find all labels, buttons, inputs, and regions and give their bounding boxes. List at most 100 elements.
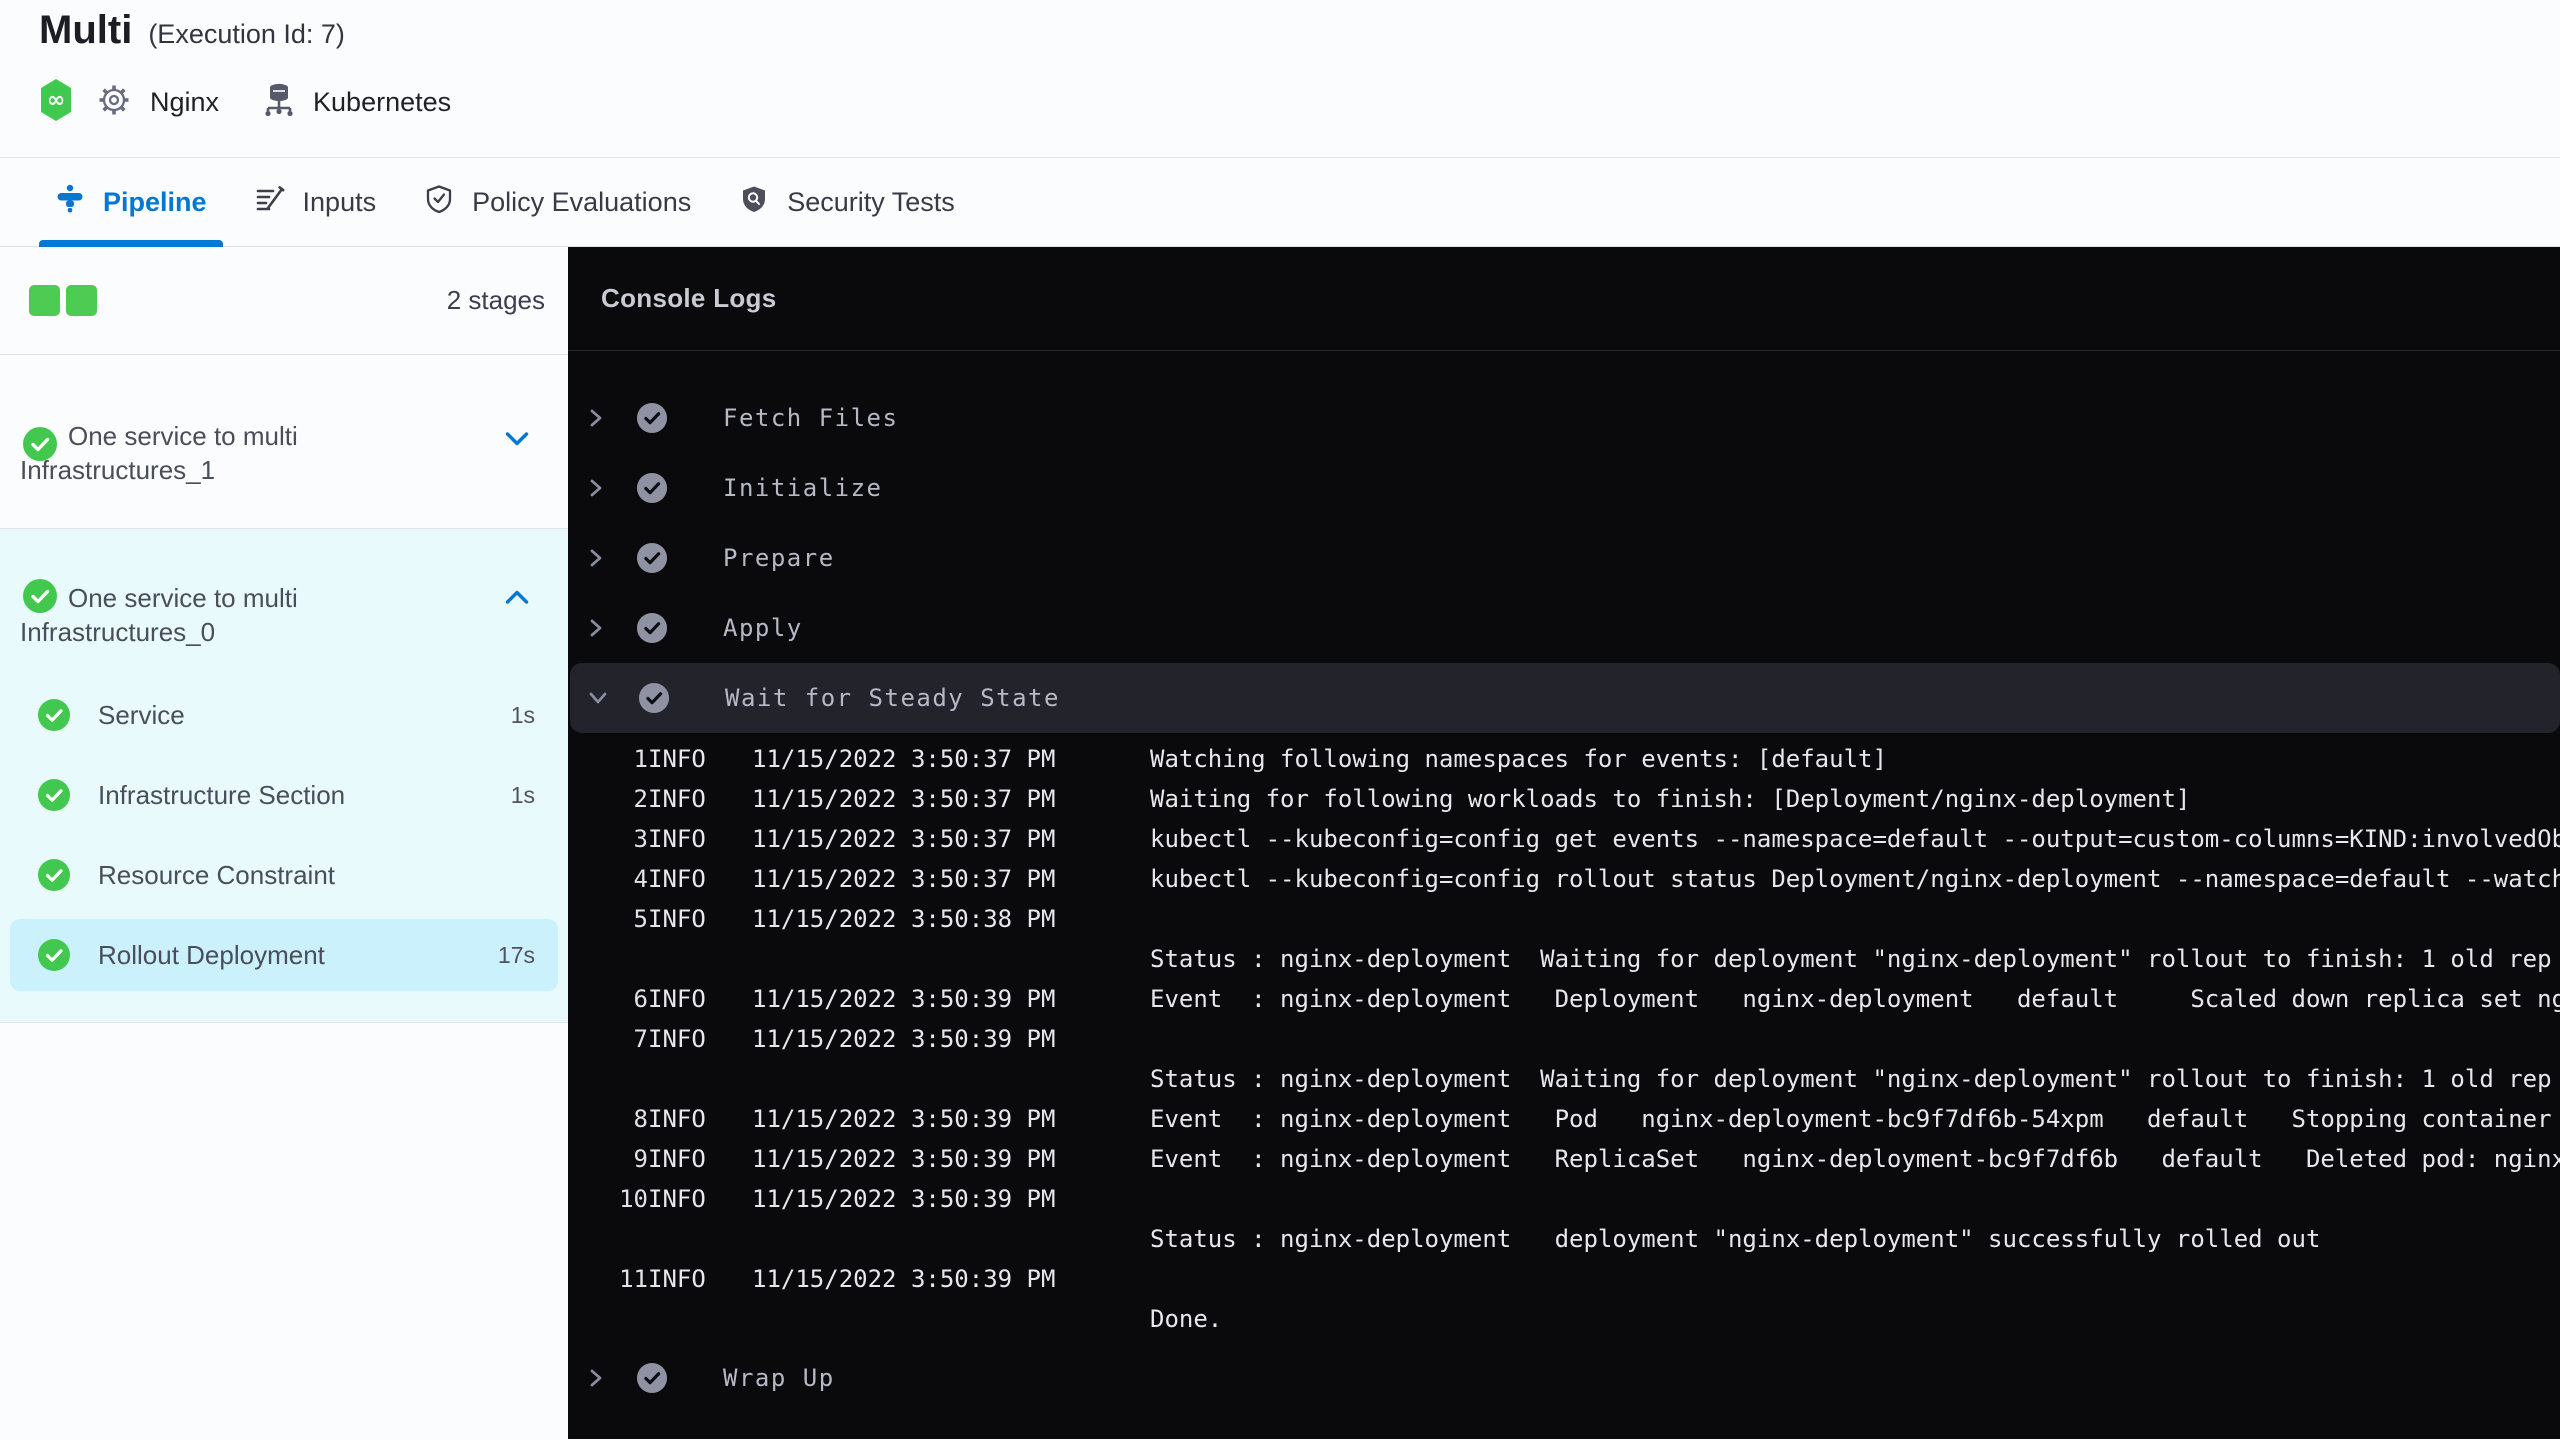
log-row: 5 INFO 11/15/2022 3:50:38 PM	[568, 899, 2560, 939]
tab-security-tests[interactable]: Security Tests	[739, 158, 955, 246]
log-line-number: 8	[633, 1105, 648, 1133]
step-item-rollout-deployment[interactable]: Rollout Deployment 17s	[0, 915, 568, 995]
log-row: Done.	[568, 1299, 2560, 1339]
log-level: INFO	[648, 865, 706, 893]
log-timestamp: 11/15/2022 3:50:39 PM	[752, 1025, 1056, 1053]
console-step-wrap-up[interactable]: Wrap Up	[568, 1343, 2560, 1413]
console-step-label: Apply	[723, 614, 803, 642]
console-step-initialize[interactable]: Initialize	[568, 453, 2560, 523]
log-row: 4 INFO 11/15/2022 3:50:37 PM kubectl --k…	[568, 859, 2560, 899]
log-level: INFO	[648, 825, 706, 853]
log-line-number: 7	[633, 1025, 648, 1053]
tab-label: Pipeline	[103, 186, 207, 217]
tab-pipeline[interactable]: Pipeline	[39, 158, 223, 247]
console-step-label: Fetch Files	[723, 404, 899, 432]
console-step-label: Wait for Steady State	[725, 684, 1060, 712]
log-line-number	[568, 1299, 648, 1339]
chevron-right-icon	[585, 616, 607, 640]
log-level: INFO	[648, 985, 706, 1013]
step-duration: 1s	[510, 781, 535, 808]
stage-status-squares	[29, 285, 97, 316]
log-line-number: 4	[633, 865, 648, 893]
log-line-number: 6	[633, 985, 648, 1013]
log-level: INFO	[648, 1145, 706, 1173]
log-timestamp: 11/15/2022 3:50:39 PM	[752, 1105, 1056, 1133]
chevron-right-icon	[585, 1366, 607, 1390]
stage-item-infrastructures-1[interactable]: One service to multi Infrastructures_1	[0, 355, 568, 529]
tab-policy-evaluations[interactable]: Policy Evaluations	[424, 158, 691, 246]
page-title: Multi	[39, 8, 133, 52]
environment-name[interactable]: Kubernetes	[313, 87, 451, 118]
console-step-apply[interactable]: Apply	[568, 593, 2560, 663]
console-title: Console Logs	[601, 283, 777, 313]
log-row: Status : nginx-deployment Waiting for de…	[568, 939, 2560, 979]
tab-inputs[interactable]: Inputs	[255, 158, 377, 246]
log-line-number: 1	[633, 745, 648, 773]
stage-steps-list: Service 1s Infrastructure Section 1s Res…	[0, 675, 568, 995]
log-line-number: 10	[619, 1185, 648, 1213]
harness-deploy-icon: ∞	[39, 78, 73, 127]
log-message: Done.	[1150, 1305, 1223, 1333]
log-message	[1150, 1019, 2560, 1059]
log-level: INFO	[648, 1105, 706, 1133]
log-message: Status : nginx-deployment Waiting for de…	[1150, 1065, 2552, 1093]
step-name: Rollout Deployment	[98, 939, 325, 970]
execution-id: (Execution Id: 7)	[148, 19, 345, 49]
console-step-fetch-files[interactable]: Fetch Files	[568, 383, 2560, 453]
step-success-icon	[636, 1362, 668, 1394]
log-message: Event : nginx-deployment ReplicaSet ngin…	[1150, 1145, 2560, 1173]
step-success-icon	[636, 472, 668, 504]
log-timestamp: 11/15/2022 3:50:39 PM	[752, 1145, 1056, 1173]
step-success-icon	[638, 682, 670, 714]
chevron-up-icon[interactable]	[505, 589, 529, 610]
console-step-prepare[interactable]: Prepare	[568, 523, 2560, 593]
svg-text:∞: ∞	[47, 88, 65, 113]
chevron-right-icon	[585, 406, 607, 430]
log-line-number: 9	[633, 1145, 648, 1173]
step-success-icon	[636, 402, 668, 434]
header-meta-row: ∞ Nginx Kubernetes	[39, 78, 451, 127]
log-level: INFO	[648, 785, 706, 813]
success-check-icon	[38, 939, 70, 971]
execution-stages-sidebar: 2 stages One service to multi Infrastruc…	[0, 247, 568, 1439]
main-content: 2 stages One service to multi Infrastruc…	[0, 247, 2560, 1439]
success-check-icon	[38, 779, 70, 811]
inputs-icon	[255, 184, 285, 221]
step-duration: 1s	[510, 701, 535, 728]
policy-shield-check-icon	[424, 184, 454, 221]
log-level	[648, 1059, 752, 1099]
log-level: INFO	[648, 1185, 706, 1213]
log-timestamp	[752, 939, 1150, 979]
step-item-infrastructure-section[interactable]: Infrastructure Section 1s	[0, 755, 568, 835]
step-name: Service	[98, 699, 185, 730]
stage-count-label: 2 stages	[446, 285, 545, 315]
log-level: INFO	[648, 745, 706, 773]
log-message: Event : nginx-deployment Pod nginx-deplo…	[1150, 1105, 2552, 1133]
console-step-wait-for-steady-state[interactable]: Wait for Steady State	[570, 663, 2560, 733]
service-name[interactable]: Nginx	[150, 87, 219, 118]
chevron-down-icon[interactable]	[505, 431, 529, 452]
step-item-resource-constraint[interactable]: Resource Constraint	[0, 835, 568, 915]
log-line-number: 5	[633, 905, 648, 933]
log-row: 2 INFO 11/15/2022 3:50:37 PM Waiting for…	[568, 779, 2560, 819]
tab-label: Inputs	[302, 186, 377, 217]
log-message	[1150, 1179, 2560, 1219]
step-name: Infrastructure Section	[98, 779, 346, 810]
step-item-service[interactable]: Service 1s	[0, 675, 568, 755]
log-row: 10 INFO 11/15/2022 3:50:39 PM	[568, 1179, 2560, 1219]
log-timestamp: 11/15/2022 3:50:37 PM	[752, 785, 1056, 813]
stage-name[interactable]: One service to multi Infrastructures_0	[20, 529, 490, 649]
log-timestamp: 11/15/2022 3:50:37 PM	[752, 825, 1056, 853]
log-level: INFO	[648, 905, 706, 933]
success-check-icon	[38, 699, 70, 731]
title-row: Multi (Execution Id: 7)	[39, 8, 345, 53]
stage-square-success	[66, 285, 97, 316]
log-timestamp	[752, 1299, 1150, 1339]
log-level: INFO	[648, 1265, 706, 1293]
chevron-right-icon	[585, 476, 607, 500]
stage-square-success	[29, 285, 60, 316]
log-message: Status : nginx-deployment Waiting for de…	[1150, 945, 2552, 973]
kubernetes-environment-icon	[263, 82, 295, 123]
chevron-down-icon	[587, 686, 609, 710]
log-level	[648, 1219, 752, 1259]
